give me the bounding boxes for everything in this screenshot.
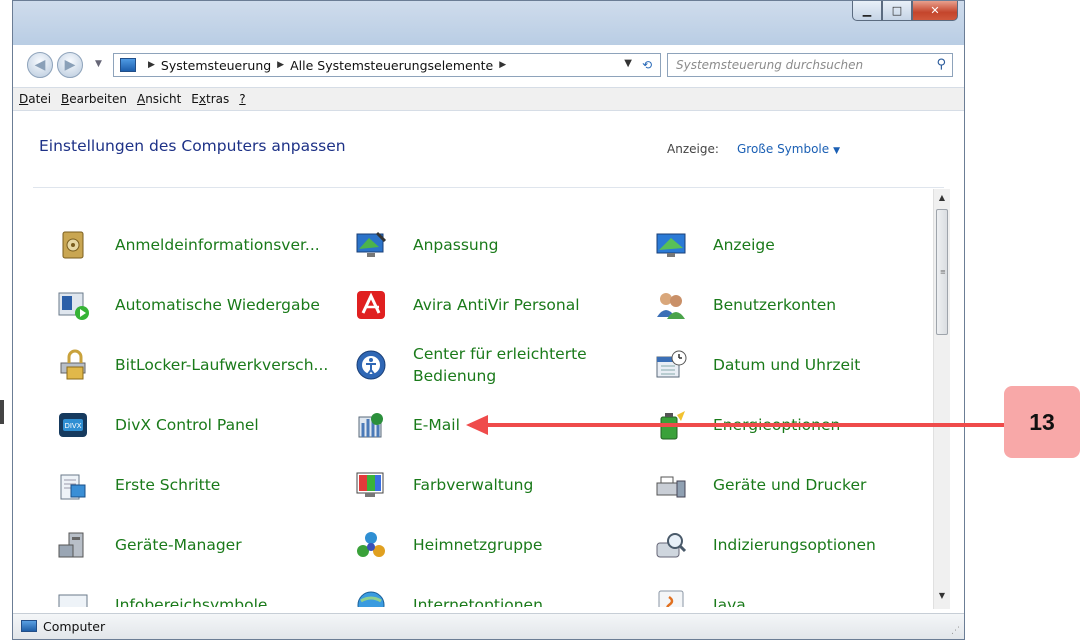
mail-icon	[355, 409, 387, 441]
item-datum-uhrzeit[interactable]: Datum und Uhrzeit	[655, 345, 860, 385]
forward-arrow-icon: ▶	[64, 57, 76, 73]
item-geraete-drucker[interactable]: Geräte und Drucker	[655, 465, 866, 505]
minimize-icon: ▁	[862, 4, 872, 17]
ease-of-access-icon	[355, 349, 387, 381]
window-controls: ▁ □ ✕	[852, 1, 958, 23]
personalization-icon	[355, 229, 387, 261]
search-icon[interactable]: ⚲	[936, 57, 946, 72]
item-bitlocker[interactable]: BitLocker-Laufwerkversch...	[57, 345, 328, 385]
left-edge-marker	[0, 400, 4, 424]
scroll-down-icon[interactable]: ▼	[934, 587, 950, 603]
maximize-icon: □	[891, 4, 903, 17]
item-geraete-manager[interactable]: Geräte-Manager	[57, 525, 242, 565]
item-heimnetzgruppe[interactable]: Heimnetzgruppe	[355, 525, 542, 565]
vertical-scrollbar[interactable]: ▲ ≡ ▼	[933, 189, 950, 609]
item-anpassung[interactable]: Anpassung	[355, 225, 498, 265]
item-avira[interactable]: Avira AntiVir Personal	[355, 285, 580, 325]
breadcrumb-alle-elemente[interactable]: Alle Systemsteuerungselemente	[290, 58, 493, 73]
breadcrumb-separator-icon[interactable]: ▶	[148, 60, 155, 70]
menu-help[interactable]: ?	[239, 92, 245, 106]
title-bar[interactable]: ▁ □ ✕	[13, 1, 964, 45]
scroll-up-icon[interactable]: ▲	[934, 189, 950, 205]
user-accounts-icon	[655, 289, 687, 321]
getting-started-icon	[57, 469, 89, 501]
search-placeholder: Systemsteuerung durchsuchen	[676, 58, 864, 72]
credential-vault-icon	[57, 229, 89, 261]
view-value[interactable]: Große Symbole	[737, 142, 829, 156]
menu-ansicht[interactable]: Ansicht	[137, 92, 181, 106]
annotation-badge: 13	[1004, 386, 1080, 458]
indexing-icon	[655, 529, 687, 561]
breadcrumb-systemsteuerung[interactable]: Systemsteuerung	[161, 58, 271, 73]
menu-bearbeiten[interactable]: Bearbeiten	[61, 92, 127, 106]
item-internetoptionen[interactable]: Internetoptionen	[355, 585, 543, 607]
item-farbverwaltung[interactable]: Farbverwaltung	[355, 465, 533, 505]
item-e-mail[interactable]: E-Mail	[355, 405, 460, 445]
back-arrow-icon: ◀	[34, 57, 46, 73]
item-java[interactable]: Java	[655, 585, 746, 607]
address-dropdown-icon[interactable]: ▼	[624, 58, 632, 69]
homegroup-icon	[355, 529, 387, 561]
item-anmeldeinformationen[interactable]: Anmeldeinformationsver...	[57, 225, 320, 265]
menu-datei[interactable]: Datei	[19, 92, 51, 106]
breadcrumb-separator-icon[interactable]: ▶	[499, 60, 506, 70]
control-panel-icon	[120, 58, 136, 72]
autoplay-icon	[57, 289, 89, 321]
minimize-button[interactable]: ▁	[852, 1, 882, 21]
item-automatische-wiedergabe[interactable]: Automatische Wiedergabe	[57, 285, 320, 325]
divx-icon: DIVX	[57, 409, 89, 441]
item-divx[interactable]: DIVX DivX Control Panel	[57, 405, 259, 445]
status-bar: Computer ⋰	[13, 613, 964, 639]
item-benutzerkonten[interactable]: Benutzerkonten	[655, 285, 836, 325]
item-indizierungsoptionen[interactable]: Indizierungsoptionen	[655, 525, 876, 565]
close-button[interactable]: ✕	[912, 1, 958, 21]
resize-grip-icon[interactable]: ⋰	[951, 626, 960, 636]
navigation-bar: ◀ ▶ ▼ ▶ Systemsteuerung ▶ Alle Systemste…	[13, 45, 964, 85]
page-title: Einstellungen des Computers anpassen	[39, 137, 346, 155]
menu-bar: Datei Bearbeiten Ansicht Extras ?	[13, 87, 964, 111]
content-header: Einstellungen des Computers anpassen Anz…	[13, 111, 964, 188]
history-dropdown-icon[interactable]: ▼	[95, 59, 102, 69]
refresh-icon[interactable]: ⟲	[638, 57, 656, 73]
device-manager-icon	[57, 529, 89, 561]
back-button[interactable]: ◀	[27, 52, 53, 78]
devices-printers-icon	[655, 469, 687, 501]
annotation-arrow-line	[470, 423, 1005, 427]
status-text: Computer	[43, 619, 106, 634]
menu-extras[interactable]: Extras	[191, 92, 229, 106]
svg-text:DIVX: DIVX	[64, 422, 81, 430]
item-erste-schritte[interactable]: Erste Schritte	[57, 465, 220, 505]
search-input[interactable]: Systemsteuerung durchsuchen ⚲	[667, 53, 953, 77]
color-management-icon	[355, 469, 387, 501]
close-icon: ✕	[930, 4, 940, 17]
annotation-number: 13	[1029, 408, 1055, 435]
avira-icon	[355, 289, 387, 321]
control-panel-items: Anmeldeinformationsver... Anpassung Anze…	[33, 189, 933, 607]
display-icon	[655, 229, 687, 261]
notification-area-icon	[57, 589, 89, 607]
forward-button[interactable]: ▶	[57, 52, 83, 78]
date-time-icon	[655, 349, 687, 381]
item-erleichterte-bedienung[interactable]: Center für erleichterte Bedienung	[355, 345, 587, 385]
header-divider	[33, 187, 944, 188]
bitlocker-icon	[57, 349, 89, 381]
control-panel-window: ▁ □ ✕ ◀ ▶ ▼ ▶ Systemsteuerung ▶ Alle Sys…	[12, 0, 965, 640]
scroll-grip-icon: ≡	[940, 268, 946, 276]
item-anzeige[interactable]: Anzeige	[655, 225, 775, 265]
item-infobereichsymbole[interactable]: Infobereichsymbole	[57, 585, 267, 607]
maximize-button[interactable]: □	[882, 1, 912, 21]
breadcrumb-separator-icon[interactable]: ▶	[277, 60, 284, 70]
scroll-thumb[interactable]: ≡	[936, 209, 948, 335]
address-bar[interactable]: ▶ Systemsteuerung ▶ Alle Systemsteuerung…	[113, 53, 661, 77]
java-icon	[655, 589, 687, 607]
internet-options-icon	[355, 589, 387, 607]
dropdown-arrow-icon[interactable]: ▼	[833, 146, 840, 156]
view-selector[interactable]: Große Symbole ▼	[737, 142, 840, 156]
computer-icon	[21, 620, 37, 632]
annotation-arrowhead-icon	[466, 415, 488, 435]
view-label: Anzeige:	[667, 142, 719, 156]
